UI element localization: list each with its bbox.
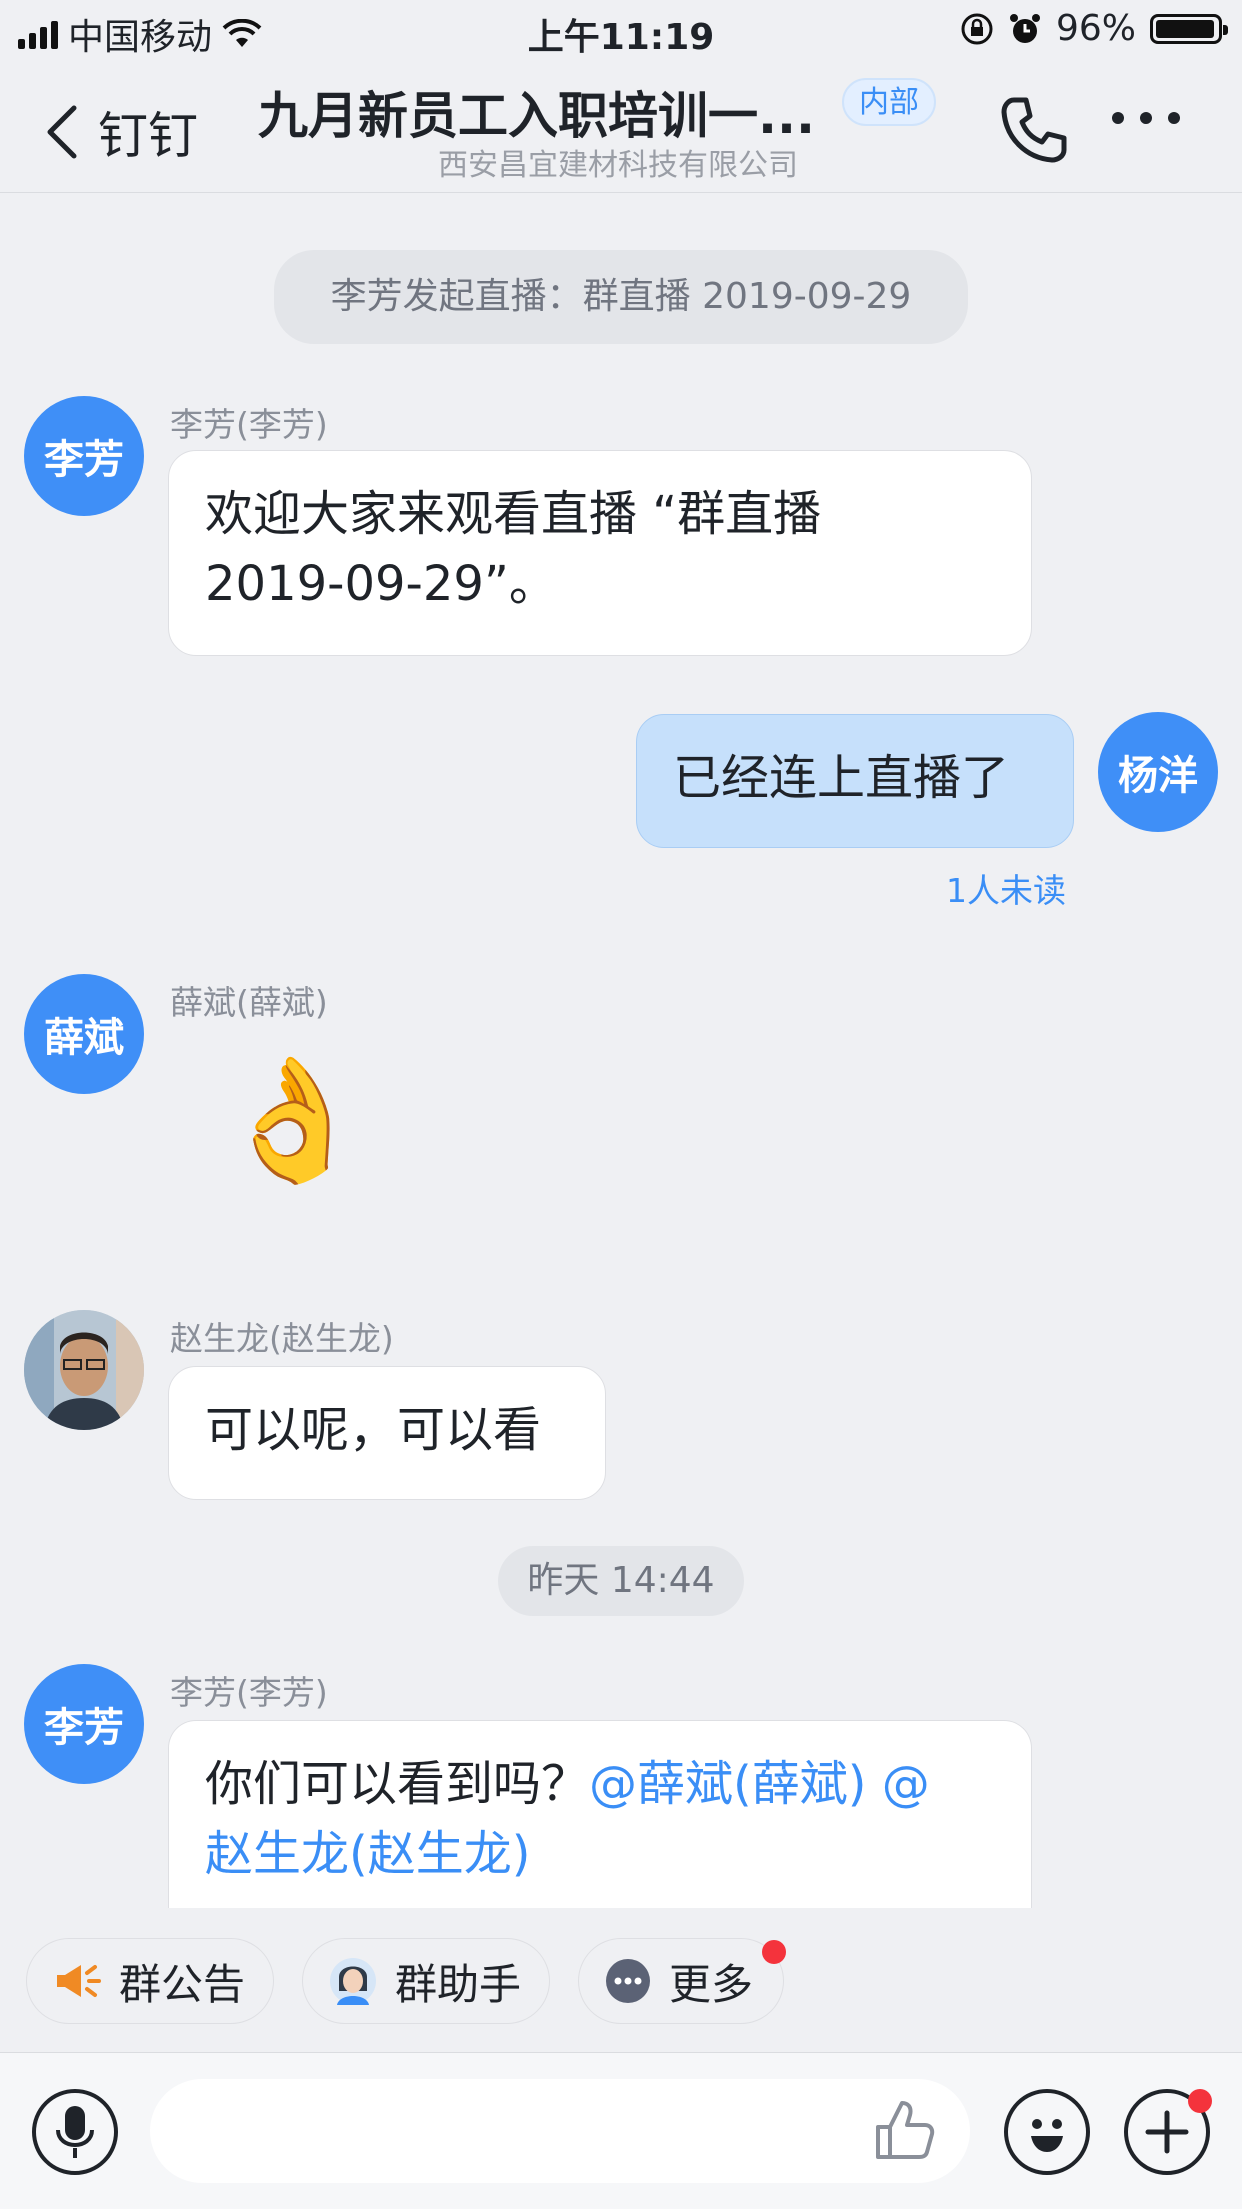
message-bubble[interactable]: 你们可以看到吗？@薛斌(薛斌) @ 赵生龙(赵生龙) — [168, 1720, 1032, 1908]
ok-hand-emoji[interactable]: 👌 — [218, 1056, 367, 1186]
orientation-lock-icon — [961, 13, 993, 44]
battery-icon — [1150, 13, 1228, 44]
quick-label: 群助手 — [395, 1959, 522, 2009]
sender-name: 李芳(李芳) — [170, 1673, 328, 1712]
more-icon[interactable] — [1110, 110, 1182, 126]
quick-bar: 群公告 群助手 更多 — [0, 1912, 1242, 2052]
internal-tag: 内部 — [842, 78, 936, 126]
assistant-avatar-icon — [330, 1958, 376, 2005]
voice-button[interactable] — [32, 2089, 118, 2175]
message-text: 可以呢，可以看 — [205, 1402, 542, 1458]
more-dots-icon — [606, 1959, 650, 2003]
emoji-button[interactable] — [1004, 2089, 1090, 2175]
sender-name: 薛斌(薛斌) — [170, 983, 328, 1022]
megaphone-icon — [57, 1965, 101, 1997]
chat-header: 钉钉 九月新员工入职培训一... 内部 西安昌宜建材科技有限公司 — [0, 62, 1242, 193]
message-input[interactable] — [150, 2079, 970, 2183]
microphone-icon — [56, 2106, 94, 2158]
person-photo-icon — [24, 1310, 144, 1430]
sender-name: 赵生龙(赵生龙) — [170, 1319, 394, 1358]
chat-title[interactable]: 九月新员工入职培训一... — [258, 76, 815, 148]
my-message-bubble[interactable]: 已经连上直播了 — [636, 714, 1074, 848]
input-bar — [0, 2052, 1242, 2209]
group-announcement-button[interactable]: 群公告 — [26, 1938, 274, 2024]
avatar[interactable]: 薛斌 — [24, 974, 144, 1094]
phone-icon[interactable] — [996, 92, 1072, 168]
message-line: 欢迎大家来观看直播 “群直播 — [205, 486, 822, 542]
smiley-icon — [1031, 2119, 1063, 2152]
notification-dot — [762, 1940, 786, 1964]
status-bar: 中国移动 上午11:19 96% — [0, 0, 1242, 62]
quick-label: 更多 — [669, 1959, 754, 2009]
more-button[interactable]: 更多 — [578, 1938, 784, 2024]
notification-dot — [1188, 2089, 1212, 2113]
sender-name: 李芳(李芳) — [170, 405, 328, 444]
avatar[interactable]: 李芳 — [24, 1664, 144, 1784]
battery-percent: 96% — [1055, 8, 1136, 49]
avatar-photo[interactable] — [24, 1310, 144, 1430]
avatar[interactable]: 李芳 — [24, 396, 144, 516]
message-bubble[interactable]: 可以呢，可以看 — [168, 1366, 606, 1500]
alarm-icon — [1009, 13, 1040, 43]
quick-label: 群公告 — [119, 1959, 246, 2009]
back-label: 钉钉 — [98, 107, 198, 165]
time-divider: 昨天 14:44 — [498, 1546, 744, 1616]
plus-icon — [1145, 2110, 1189, 2154]
company-name: 西安昌宜建材科技有限公司 — [438, 148, 798, 183]
unread-status[interactable]: 1人未读 — [946, 864, 1066, 912]
message-text: 你们可以看到吗？ — [205, 1756, 590, 1812]
live-started-notice[interactable]: 李芳发起直播：群直播 2019-09-29 — [274, 250, 968, 344]
group-assistant-button[interactable]: 群助手 — [302, 1938, 550, 2024]
status-right: 96% — [960, 8, 1228, 49]
chevron-left-icon — [47, 105, 77, 159]
message-bubble[interactable]: 欢迎大家来观看直播 “群直播 2019-09-29”。 — [168, 450, 1032, 656]
thumbs-up-icon[interactable] — [872, 2097, 938, 2163]
mention-link[interactable]: @薛斌(薛斌) @ — [589, 1756, 930, 1812]
back-button[interactable]: 钉钉 — [44, 96, 198, 168]
my-avatar[interactable]: 杨洋 — [1098, 712, 1218, 832]
message-text: 已经连上直播了 — [673, 750, 1010, 806]
message-line: 2019-09-29”。 — [205, 556, 557, 612]
mention-link[interactable]: 赵生龙(赵生龙) — [205, 1819, 995, 1889]
